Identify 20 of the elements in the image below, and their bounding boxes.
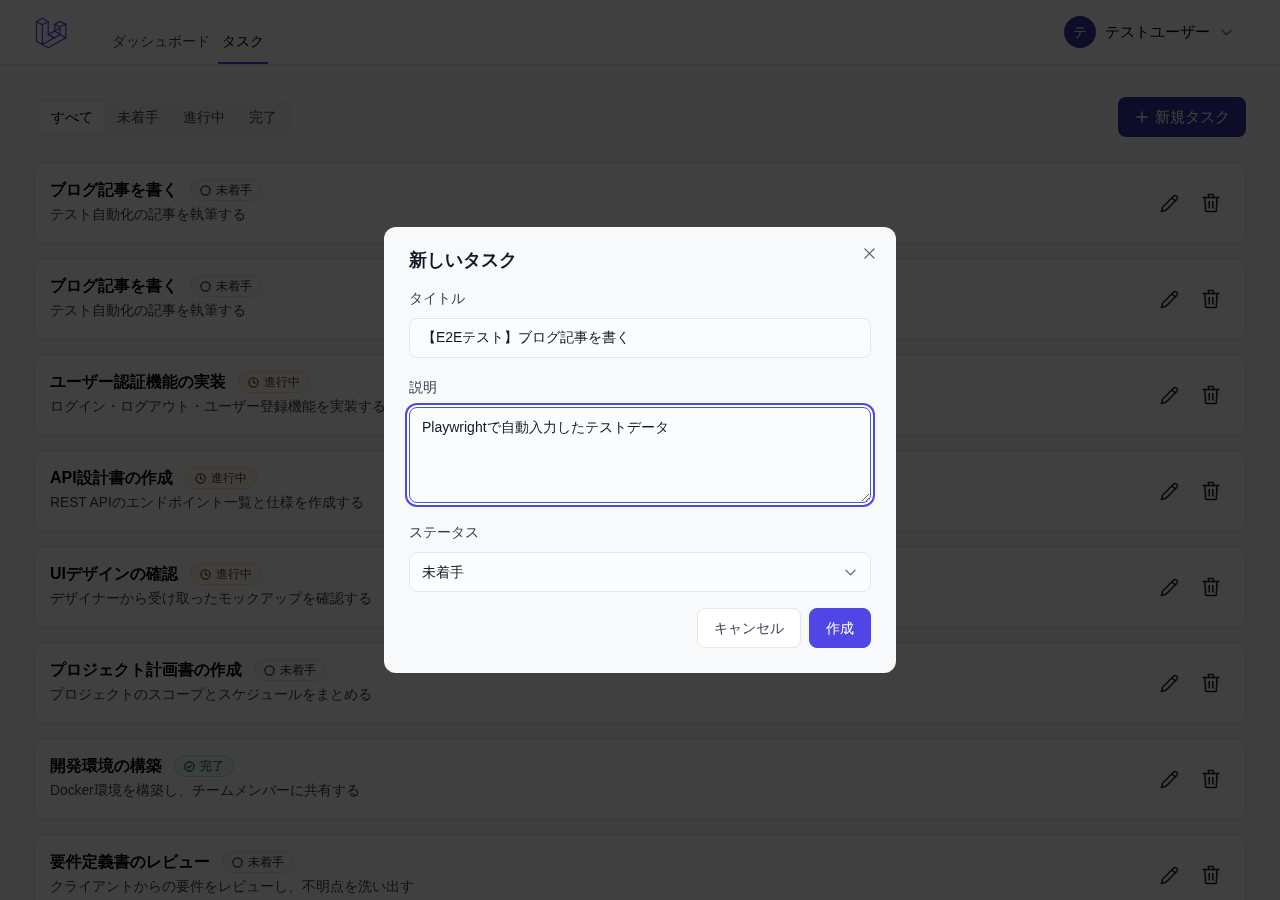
task-title: 要件定義書のレビュー [50,852,210,872]
task-title: プロジェクト計画書の作成 [50,660,242,680]
field-label: ステータス [409,523,479,542]
task-title: ユーザー認証機能の実装 [50,372,226,392]
cancel-button[interactable]: キャンセル [697,608,801,648]
field-label: 説明 [409,378,437,397]
chevron-down-icon [845,569,856,576]
task-title: ブログ記事を書く [50,276,178,296]
dialog-title: 新しいタスク [409,249,517,272]
task-title: ブログ記事を書く [50,180,178,200]
status-select[interactable]: 未着手 [409,552,871,592]
task-title: UIデザインの確認 [50,564,178,584]
close-icon [864,248,875,259]
field-label: タイトル [409,289,465,308]
description-textarea[interactable]: Playwrightで自動入力したテストデータ [409,407,871,503]
task-title: 開発環境の構築 [50,756,162,776]
create-button[interactable]: 作成 [809,608,871,648]
title-input[interactable]: 【E2Eテスト】ブログ記事を書く [409,318,871,358]
task-title: API設計書の作成 [50,468,173,488]
user-name: テストユーザー [1105,21,1210,42]
